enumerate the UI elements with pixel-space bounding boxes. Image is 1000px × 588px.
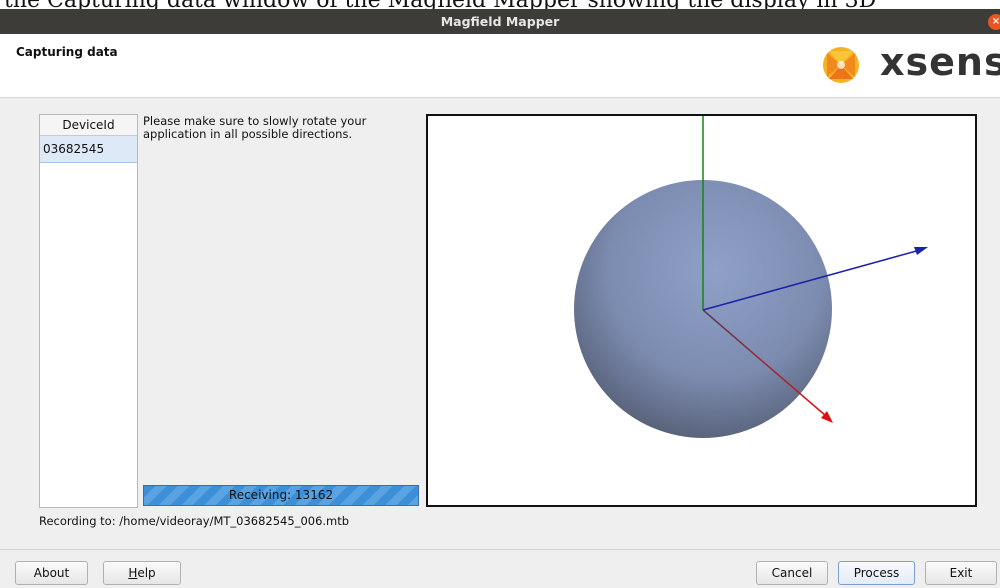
about-button[interactable]: About [15,561,88,585]
page-header: Capturing data xsens [0,34,1000,98]
close-icon[interactable]: × [988,14,1000,30]
footer-divider [0,549,1000,550]
window-title: Magfield Mapper [440,14,560,29]
xsens-logo-text: xsens [880,40,1000,84]
progress-label: Receiving: 13162 [228,488,334,502]
exit-button[interactable]: Exit [925,561,997,585]
device-list[interactable]: DeviceId 03682545 [39,114,138,508]
help-button[interactable]: Help [103,561,181,585]
process-button[interactable]: Process [838,561,915,585]
z-axis-arrowhead [914,247,928,255]
help-accelerator: H [128,566,138,580]
page-title: Capturing data [16,45,118,59]
instructions-text: Please make sure to slowly rotate your a… [143,114,367,141]
window-titlebar: Magfield Mapper × [0,9,1000,34]
help-label: elp [137,566,156,580]
xsens-logo: xsens [818,40,1000,88]
device-list-item[interactable]: 03682545 [40,136,137,163]
recording-path: Recording to: /home/videoray/MT_03682545… [39,514,350,528]
3d-viewport[interactable] [426,114,977,507]
xsens-logo-mark-icon [823,47,859,83]
cancel-button[interactable]: Cancel [756,561,828,585]
receiving-progress-bar: Receiving: 13162 [143,485,419,506]
device-list-header[interactable]: DeviceId [40,115,137,136]
